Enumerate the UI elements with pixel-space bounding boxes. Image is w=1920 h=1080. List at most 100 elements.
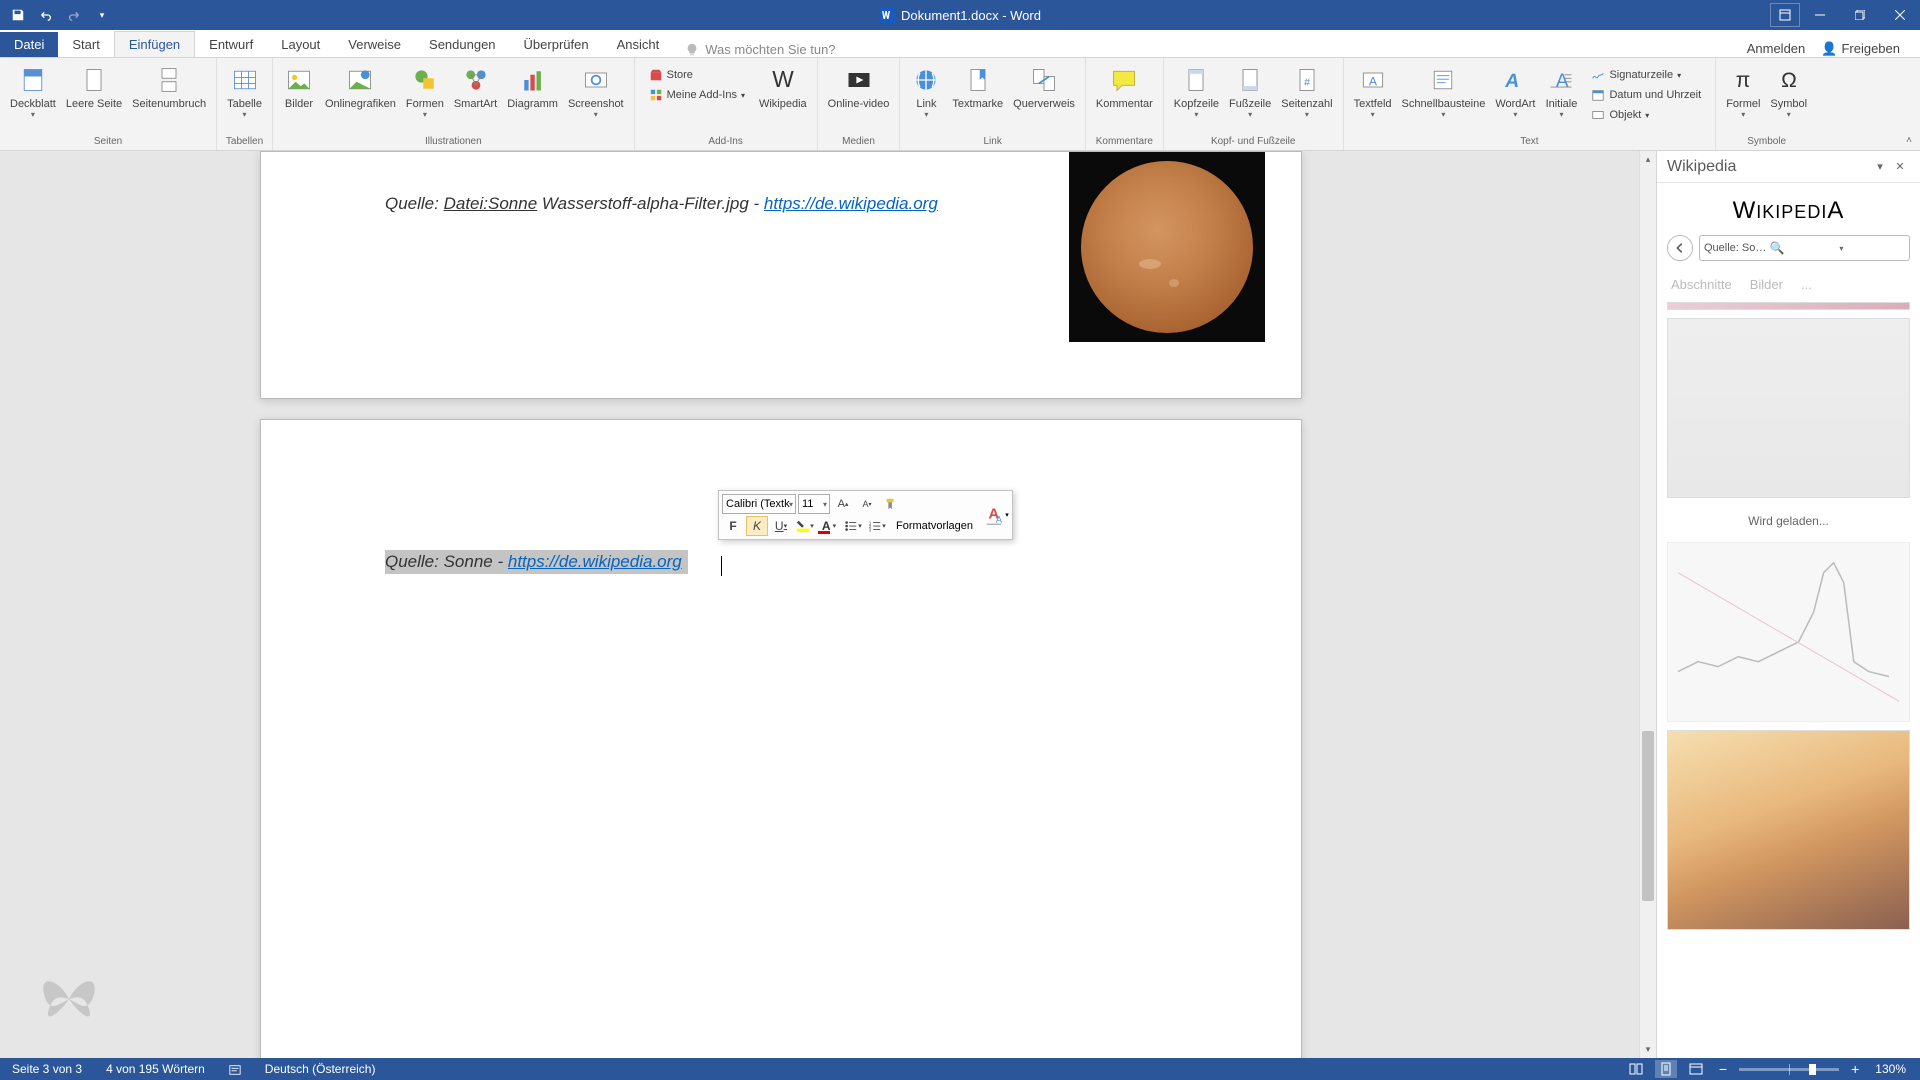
view-read-button[interactable] xyxy=(1625,1060,1647,1078)
tab-file[interactable]: Datei xyxy=(0,32,58,57)
status-language[interactable]: Deutsch (Österreich) xyxy=(253,1062,388,1076)
screenshot-button[interactable]: Screenshot▾ xyxy=(564,62,628,121)
taskpane-back-button[interactable] xyxy=(1667,235,1693,261)
zoom-level[interactable]: 130% xyxy=(1871,1062,1910,1076)
formel-button[interactable]: πFormel▾ xyxy=(1722,62,1764,121)
mini-grow-font-button[interactable]: A▴ xyxy=(832,494,854,514)
tab-entwurf[interactable]: Entwurf xyxy=(195,32,267,57)
mini-fontsize-combo[interactable]: 11 xyxy=(798,494,830,514)
mini-font-combo[interactable]: Calibri (Textk xyxy=(722,494,796,514)
scroll-up-button[interactable]: ▴ xyxy=(1640,151,1656,168)
querverweis-button[interactable]: Querverweis xyxy=(1009,62,1079,112)
mini-format-painter-button[interactable] xyxy=(880,494,902,514)
mini-shrink-font-button[interactable]: A▾ xyxy=(856,494,878,514)
tp-tab-sections[interactable]: Abschnitte xyxy=(1671,277,1732,292)
tp-tab-more[interactable]: ... xyxy=(1801,277,1812,292)
seitenumbruch-button[interactable]: Seitenumbruch xyxy=(128,62,210,112)
mini-bold-button[interactable]: F xyxy=(722,516,744,536)
view-print-button[interactable] xyxy=(1655,1060,1677,1078)
mini-highlight-button[interactable]: ▾ xyxy=(794,516,816,536)
bilder-button[interactable]: Bilder xyxy=(279,62,319,112)
mini-numbering-button[interactable]: 123▾ xyxy=(866,516,888,536)
vertical-scrollbar[interactable]: ▴ ▾ xyxy=(1639,151,1656,1058)
view-web-button[interactable] xyxy=(1685,1060,1707,1078)
qat-customize-button[interactable]: ▾ xyxy=(90,3,114,27)
page-previous[interactable]: Quelle: Datei:Sonne Wasserstoff-alpha-Fi… xyxy=(260,151,1302,399)
seitenzahl-button[interactable]: #Seitenzahl▾ xyxy=(1277,62,1336,121)
maximize-button[interactable] xyxy=(1840,0,1880,30)
textmarke-button[interactable]: Textmarke xyxy=(948,62,1007,112)
meine-addins-button[interactable]: Meine Add-Ins ▾ xyxy=(645,86,749,104)
tp-result-image-3[interactable] xyxy=(1667,542,1910,722)
taskpane-content[interactable]: Wird geladen... xyxy=(1657,298,1920,1058)
redo-button[interactable] xyxy=(62,3,86,27)
store-button[interactable]: Store xyxy=(645,66,749,84)
search-icon[interactable]: 🔍 xyxy=(1770,241,1836,255)
undo-button[interactable] xyxy=(34,3,58,27)
tab-ansicht[interactable]: Ansicht xyxy=(603,32,674,57)
mini-fontcolor-button[interactable]: A▾ xyxy=(818,516,840,536)
tab-einfuegen[interactable]: Einfügen xyxy=(114,31,195,57)
fusszeile-button[interactable]: Fußzeile▾ xyxy=(1225,62,1275,121)
caption1-url-link[interactable]: https://de.wikipedia.org xyxy=(764,194,938,213)
tab-start[interactable]: Start xyxy=(58,32,113,57)
tab-sendungen[interactable]: Sendungen xyxy=(415,32,510,57)
selected-text[interactable]: Quelle: Sonne - https://de.wikipedia.org xyxy=(385,550,688,574)
link-button[interactable]: Link▾ xyxy=(906,62,946,121)
tab-verweise[interactable]: Verweise xyxy=(334,32,415,57)
zoom-out-button[interactable]: − xyxy=(1715,1061,1731,1077)
schnellbausteine-button[interactable]: Schnellbausteine▾ xyxy=(1398,62,1490,121)
status-page[interactable]: Seite 3 von 3 xyxy=(0,1062,94,1076)
mini-styles-button[interactable]: Formatvorlagen xyxy=(890,516,979,536)
mini-styles-gallery-button[interactable]: AA▾ xyxy=(983,496,1009,534)
onlinegrafiken-button[interactable]: Onlinegrafiken xyxy=(321,62,400,112)
zoom-slider[interactable] xyxy=(1739,1068,1839,1071)
objekt-button[interactable]: Objekt ▾ xyxy=(1587,106,1705,124)
taskpane-options-button[interactable]: ▾ xyxy=(1870,157,1890,177)
textfeld-button[interactable]: ATextfeld▾ xyxy=(1350,62,1396,121)
kopfzeile-button[interactable]: Kopfzeile▾ xyxy=(1170,62,1223,121)
ribbon-options-button[interactable] xyxy=(1770,3,1800,27)
tp-result-image-4[interactable] xyxy=(1667,730,1910,930)
selected-url-link[interactable]: https://de.wikipedia.org xyxy=(508,552,682,571)
deckblatt-button[interactable]: Deckblatt▾ xyxy=(6,62,60,121)
initiale-button[interactable]: AInitiale▾ xyxy=(1541,62,1581,121)
tabelle-button[interactable]: Tabelle▾ xyxy=(223,62,266,121)
scroll-thumb[interactable] xyxy=(1642,731,1654,901)
wordart-button[interactable]: AWordArt▾ xyxy=(1491,62,1539,121)
tell-me-input[interactable]: Was möchten Sie tun? xyxy=(685,42,835,57)
mini-underline-button[interactable]: U ▾ xyxy=(770,516,792,536)
page-current[interactable]: Quelle: Sonne - https://de.wikipedia.org… xyxy=(260,419,1302,1058)
scroll-down-button[interactable]: ▾ xyxy=(1640,1041,1656,1058)
symbol-button[interactable]: ΩSymbol▾ xyxy=(1766,62,1811,121)
mini-bullets-button[interactable]: ▾ xyxy=(842,516,864,536)
diagramm-button[interactable]: Diagramm xyxy=(503,62,562,112)
image-caption-1[interactable]: Quelle: Datei:Sonne Wasserstoff-alpha-Fi… xyxy=(385,194,938,214)
tp-tab-images[interactable]: Bilder xyxy=(1750,277,1783,292)
share-button[interactable]: 👤Freigeben xyxy=(1821,41,1900,57)
tab-layout[interactable]: Layout xyxy=(267,32,334,57)
document-area[interactable]: Quelle: Datei:Sonne Wasserstoff-alpha-Fi… xyxy=(0,151,1656,1058)
close-button[interactable] xyxy=(1880,0,1920,30)
smartart-button[interactable]: SmartArt xyxy=(450,62,501,112)
mini-italic-button[interactable]: K xyxy=(746,516,768,536)
tab-ueberpruefen[interactable]: Überprüfen xyxy=(510,32,603,57)
taskpane-close-button[interactable]: ✕ xyxy=(1890,157,1910,177)
status-wordcount[interactable]: 4 von 195 Wörtern xyxy=(94,1062,217,1076)
datum-uhrzeit-button[interactable]: Datum und Uhrzeit xyxy=(1587,86,1705,104)
signin-link[interactable]: Anmelden xyxy=(1747,41,1806,57)
tp-result-image-2[interactable] xyxy=(1667,318,1910,498)
sun-image[interactable] xyxy=(1069,152,1265,342)
onlinevideo-button[interactable]: Online-video xyxy=(824,62,894,112)
wikipedia-addin-button[interactable]: WWikipedia xyxy=(755,62,811,112)
kommentar-button[interactable]: Kommentar xyxy=(1092,62,1157,112)
leere-seite-button[interactable]: Leere Seite xyxy=(62,62,126,112)
search-dropdown-button[interactable]: ▾ xyxy=(1835,244,1905,253)
formen-button[interactable]: Formen▾ xyxy=(402,62,448,121)
zoom-in-button[interactable]: + xyxy=(1847,1061,1863,1077)
signaturzeile-button[interactable]: Signaturzeile ▾ xyxy=(1587,66,1705,84)
minimize-button[interactable] xyxy=(1800,0,1840,30)
status-spellcheck[interactable] xyxy=(217,1062,253,1076)
tp-result-image-1[interactable] xyxy=(1667,302,1910,310)
taskpane-search-input[interactable]: Quelle: Sonne - https://de.wikipedia.org… xyxy=(1699,235,1910,261)
